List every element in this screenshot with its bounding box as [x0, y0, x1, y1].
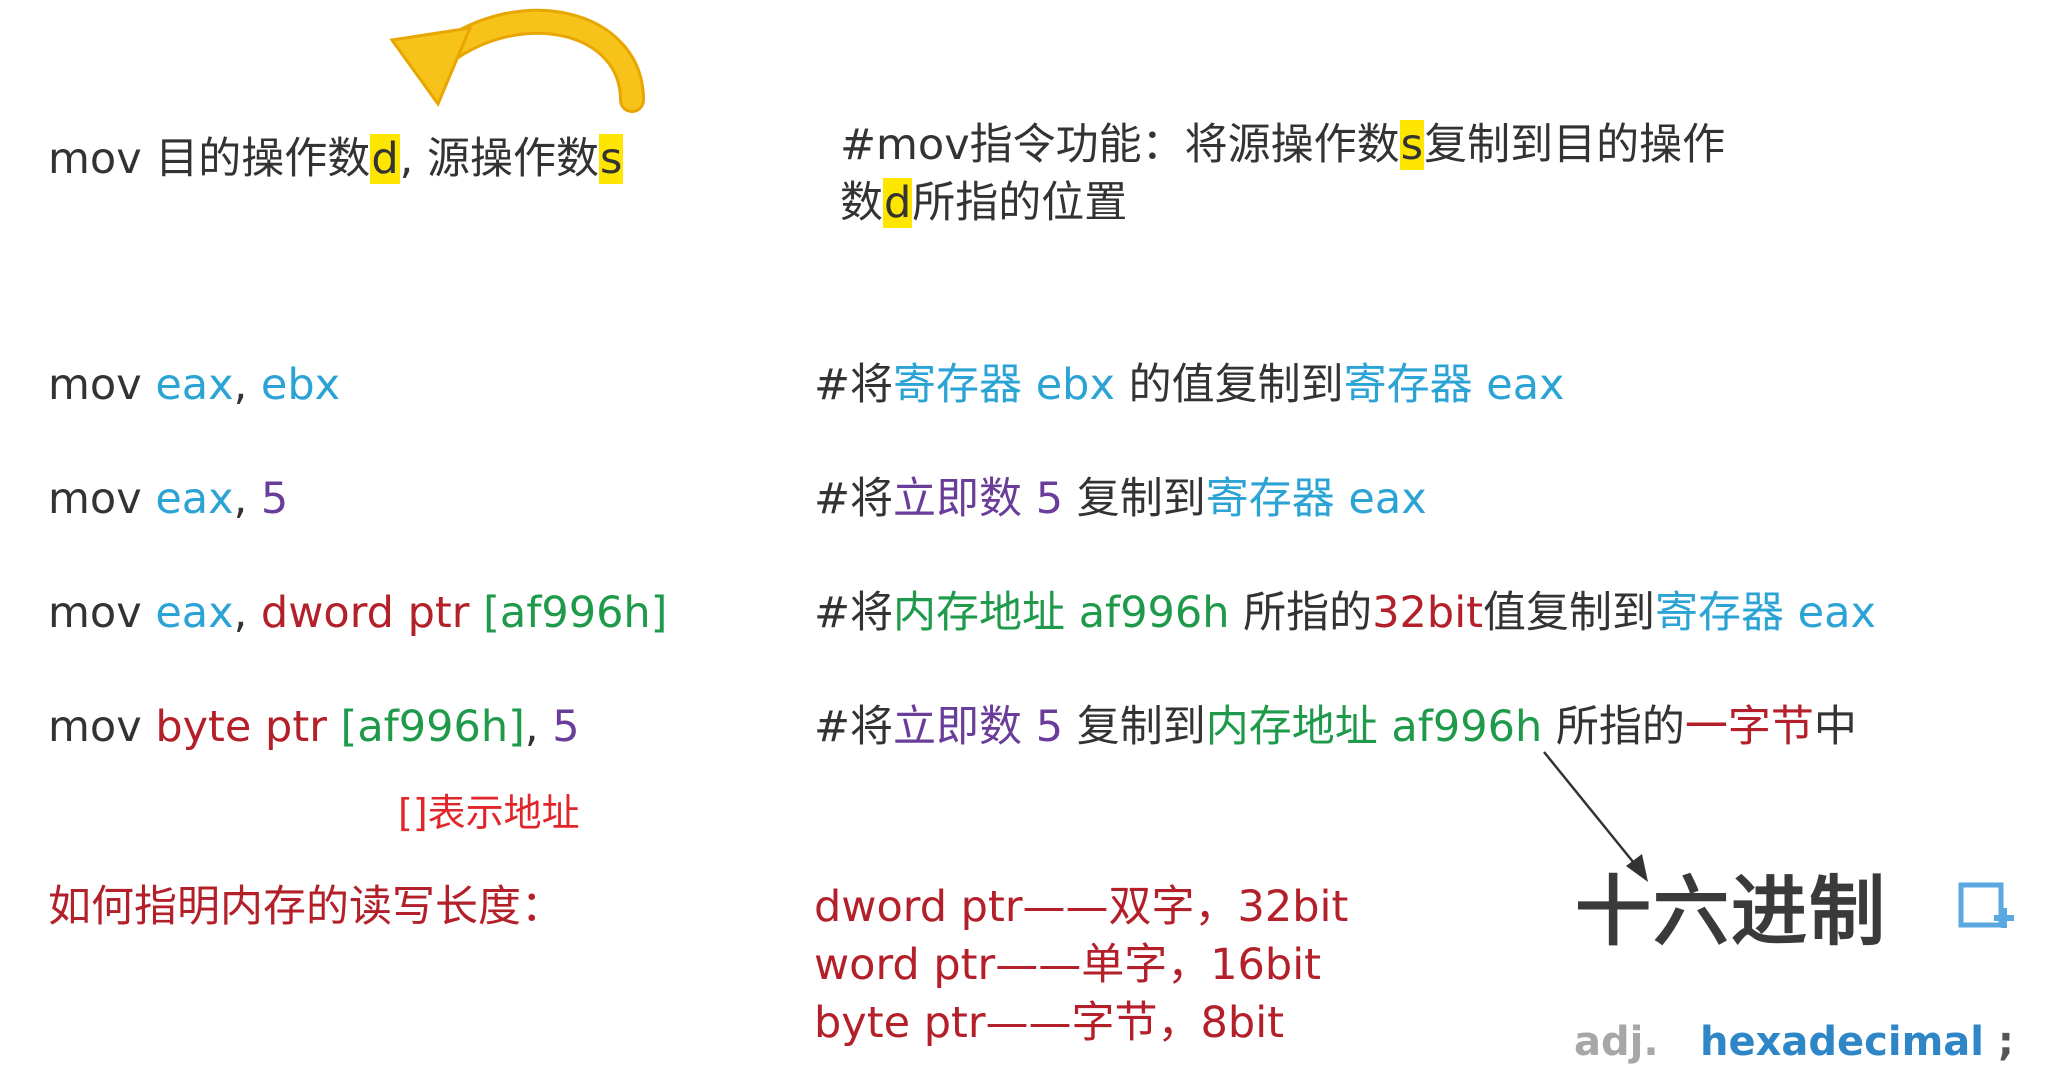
- desc-immediate: 立即数 5: [893, 702, 1064, 752]
- desc-text: 复制到: [1063, 474, 1206, 524]
- desc-text: 复制到目的操作: [1424, 120, 1726, 170]
- desc-text: 值复制到: [1483, 588, 1656, 638]
- desc-text: 的值复制到: [1114, 360, 1344, 410]
- syntax-d-highlight: d: [370, 134, 400, 184]
- dictionary-translation: hexadecimal ;: [1700, 1014, 2014, 1070]
- mov-description-line2: 数d所指的位置: [840, 174, 1127, 232]
- desc-d-highlight: d: [883, 178, 913, 228]
- example-desc-4: #将立即数 5 复制到内存地址 af996h 所指的一字节中: [814, 698, 1857, 756]
- desc-text: 所指的: [1542, 702, 1685, 752]
- length-item-word: word ptr——单字，16bit: [814, 940, 1322, 990]
- mov-syntax: mov 目的操作数d, 源操作数s: [48, 130, 624, 188]
- code-mov: mov: [48, 474, 156, 524]
- code-memory: [af996h]: [483, 588, 668, 638]
- syntax-dest: 目的操作数: [155, 134, 371, 184]
- syntax-mov: mov: [48, 134, 156, 184]
- add-to-wordbook-icon[interactable]: [1958, 880, 2016, 936]
- bracket-note: []表示地址: [398, 791, 580, 835]
- example-code-2: mov eax, 5: [48, 470, 288, 528]
- translation-trailing: ;: [1983, 1019, 2014, 1065]
- desc-hash: #将: [814, 702, 894, 752]
- code-register: eax: [155, 588, 234, 638]
- mov-description-line1: #mov指令功能：将源操作数s复制到目的操作: [840, 116, 1725, 174]
- code-immediate: 5: [552, 702, 580, 752]
- desc-hash: #将: [814, 360, 894, 410]
- dictionary-term: 十六进制: [1575, 867, 1887, 956]
- desc-immediate: 立即数 5: [893, 474, 1064, 524]
- code-comma: ,: [233, 588, 261, 638]
- syntax-src: , 源操作数: [399, 134, 599, 184]
- code-memory: [af996h]: [340, 702, 525, 752]
- code-register: ebx: [260, 360, 341, 410]
- code-mov: mov: [48, 360, 156, 410]
- code-register: eax: [155, 360, 234, 410]
- desc-register: 寄存器 eax: [1343, 360, 1565, 410]
- example-desc-1: #将寄存器 ebx 的值复制到寄存器 eax: [814, 356, 1565, 414]
- code-comma: ,: [233, 360, 261, 410]
- desc-register: 寄存器 eax: [1205, 474, 1427, 524]
- dictionary-pos: adj.: [1574, 1019, 1659, 1065]
- code-comma: ,: [233, 474, 261, 524]
- code-mov: mov: [48, 702, 156, 752]
- desc-text: 数: [840, 178, 883, 228]
- desc-memory: 内存地址 af996h: [1205, 702, 1543, 752]
- example-code-4: mov byte ptr [af996h], 5: [48, 698, 580, 756]
- length-item-dword: dword ptr——双字，32bit: [814, 882, 1349, 932]
- curved-arrow-icon: [389, 8, 645, 113]
- code-immediate: 5: [260, 474, 289, 524]
- example-desc-3: #将内存地址 af996h 所指的32bit值复制到寄存器 eax: [814, 584, 1876, 642]
- desc-s-highlight: s: [1399, 120, 1425, 170]
- length-question: 如何指明内存的读写长度：: [48, 882, 564, 932]
- desc-memory: 内存地址 af996h: [893, 588, 1230, 638]
- desc-text: 复制到: [1063, 702, 1206, 752]
- desc-register: 寄存器 ebx: [893, 360, 1115, 410]
- desc-text: 所指的: [1229, 588, 1373, 638]
- length-item-byte: byte ptr——字节，8bit: [814, 998, 1285, 1048]
- syntax-s-highlight: s: [598, 134, 624, 184]
- desc-size: 一字节: [1684, 702, 1814, 752]
- translation-word: hexadecimal: [1700, 1019, 1984, 1065]
- desc-text: #mov指令功能：将源操作数: [840, 120, 1400, 170]
- desc-hash: #将: [814, 474, 894, 524]
- desc-hash: #将: [814, 588, 894, 638]
- code-comma: ,: [524, 702, 553, 752]
- code-size: byte ptr: [155, 702, 341, 752]
- example-code-1: mov eax, ebx: [48, 356, 340, 414]
- code-mov: mov: [48, 588, 156, 638]
- desc-size: 32bit: [1372, 588, 1484, 638]
- desc-text: 所指的位置: [912, 178, 1128, 228]
- code-register: eax: [155, 474, 234, 524]
- example-desc-2: #将立即数 5 复制到寄存器 eax: [814, 470, 1427, 528]
- desc-register: 寄存器 eax: [1655, 588, 1876, 638]
- code-size: dword ptr: [260, 588, 484, 638]
- example-code-3: mov eax, dword ptr [af996h]: [48, 584, 667, 642]
- desc-text: 中: [1813, 702, 1857, 752]
